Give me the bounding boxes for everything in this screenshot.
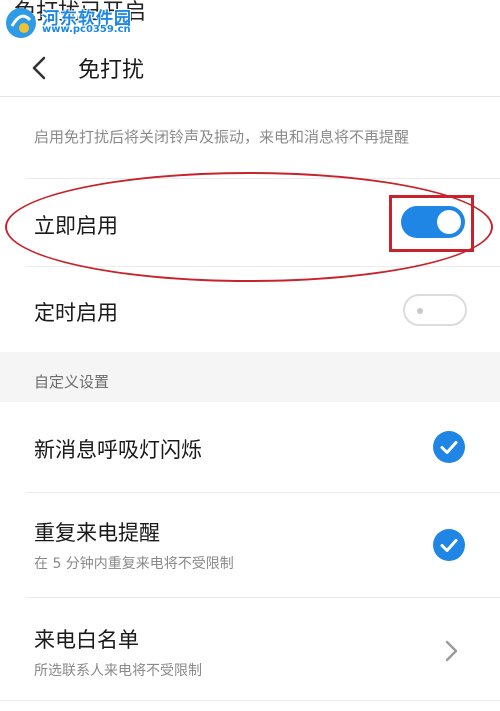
watermark-url: www.pc0359.cn <box>42 24 131 35</box>
repeat-call-row[interactable]: 重复来电提醒 在 5 分钟内重复来电将不受限制 <box>0 493 500 597</box>
back-arrow-icon[interactable] <box>26 54 54 82</box>
toggle-knob <box>437 210 461 234</box>
watermark-logo-icon <box>6 8 36 38</box>
enable-now-toggle[interactable] <box>401 206 465 238</box>
page-title: 免打扰 <box>78 58 145 83</box>
watermark: 河东软件园 www.pc0359.cn <box>0 0 170 44</box>
description-text: 启用免打扰后将关闭铃声及振动，来电和消息将不再提醒 <box>34 128 410 146</box>
check-icon[interactable] <box>433 529 465 561</box>
enable-now-row[interactable]: 立即启用 <box>0 180 500 266</box>
breathing-light-label: 新消息呼吸灯闪烁 <box>34 438 202 462</box>
check-icon[interactable] <box>433 431 465 463</box>
whitelist-label: 来电白名单 <box>34 628 139 652</box>
divider <box>26 178 500 179</box>
breathing-light-row[interactable]: 新消息呼吸灯闪烁 <box>0 402 500 492</box>
section-header: 自定义设置 <box>0 352 500 402</box>
toggle-knob <box>417 308 423 314</box>
chevron-right-icon[interactable] <box>440 638 462 664</box>
divider <box>0 700 500 701</box>
whitelist-subtext: 所选联系人来电将不受限制 <box>34 663 202 679</box>
scheduled-label: 定时启用 <box>34 301 118 325</box>
scheduled-row[interactable]: 定时启用 <box>0 267 500 352</box>
scheduled-toggle[interactable] <box>403 294 467 326</box>
section-title: 自定义设置 <box>34 373 110 391</box>
whitelist-row[interactable]: 来电白名单 所选联系人来电将不受限制 <box>0 598 500 700</box>
enable-now-label: 立即启用 <box>34 214 118 238</box>
repeat-call-label: 重复来电提醒 <box>34 521 160 545</box>
app-header: 免打扰 <box>0 40 500 97</box>
repeat-call-subtext: 在 5 分钟内重复来电将不受限制 <box>34 556 234 572</box>
